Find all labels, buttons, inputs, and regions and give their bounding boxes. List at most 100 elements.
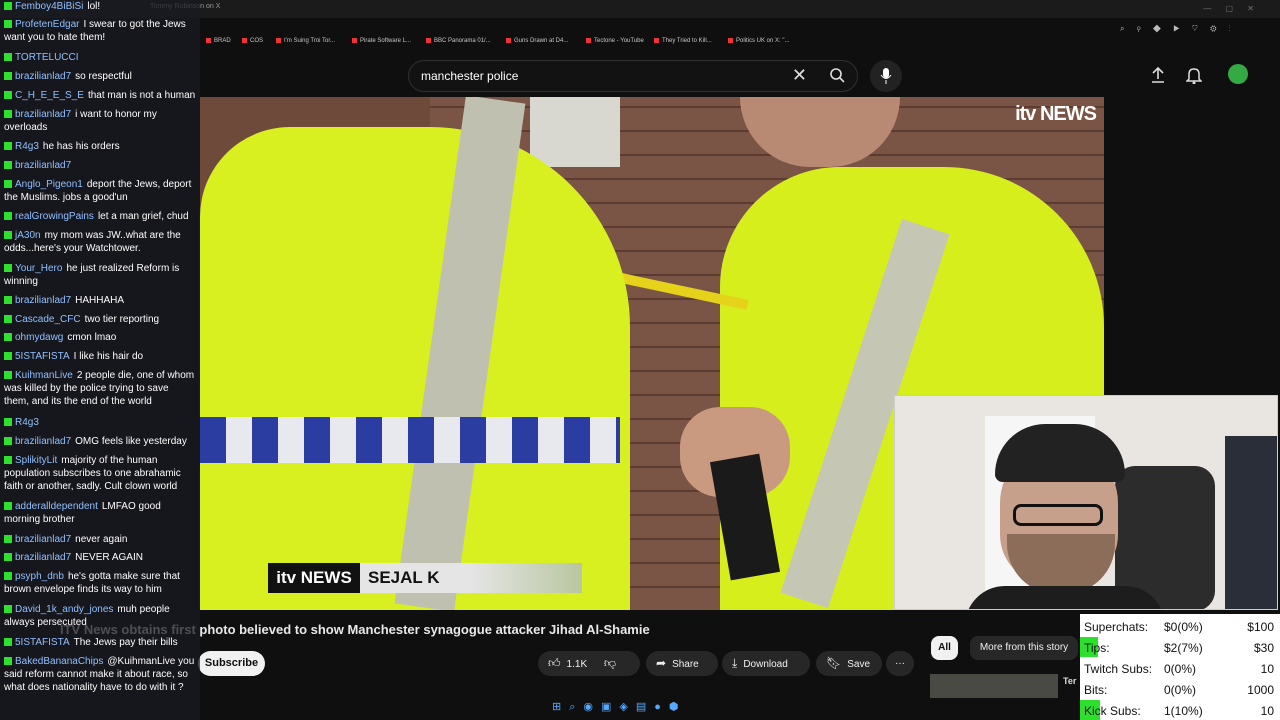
- chat-message: brazilianlad7 OMG feels like yesterday: [4, 435, 196, 448]
- more-actions-button[interactable]: ···: [886, 651, 914, 676]
- thumbs-up-icon[interactable]: 👍︎: [548, 656, 561, 670]
- bookmark-item[interactable]: I'm Suing Troi Tor...: [276, 38, 335, 44]
- chip-more-from-story[interactable]: More from this story: [970, 636, 1078, 660]
- chat-badge-icon: [4, 352, 12, 360]
- microphone-icon: [880, 68, 892, 84]
- chat-username[interactable]: brazilianlad7: [15, 295, 71, 306]
- chat-username[interactable]: R4g3: [15, 141, 39, 152]
- subscribe-button[interactable]: Subscribe: [198, 651, 265, 676]
- share-button[interactable]: ➦ Share: [646, 651, 718, 676]
- chat-username[interactable]: brazilianlad7: [15, 109, 71, 120]
- chat-username[interactable]: ohmydawg: [15, 332, 63, 343]
- chat-username[interactable]: brazilianlad7: [15, 552, 71, 563]
- chat-message: R4g3: [4, 416, 196, 429]
- bookmark-item[interactable]: Pirate Software L...: [352, 38, 411, 44]
- like-dislike-button[interactable]: 👍︎ 1.1K 👎︎: [538, 651, 640, 676]
- chat-text: lol!: [87, 1, 101, 12]
- bookmark-item[interactable]: Politics UK on X: "...: [728, 38, 789, 44]
- chat-username[interactable]: SplikityLit: [15, 455, 57, 466]
- account-avatar[interactable]: [1228, 64, 1248, 84]
- chat-username[interactable]: BakedBananaChips: [15, 656, 103, 667]
- download-icon: ⤓: [732, 656, 738, 670]
- chat-username[interactable]: Anglo_Pigeon1: [15, 179, 83, 190]
- chat-username[interactable]: brazilianlad7: [15, 534, 71, 545]
- chat-badge-icon: [4, 212, 12, 220]
- chat-username[interactable]: C_H_E_E_S_E: [15, 90, 84, 101]
- chat-message: brazilianlad7 i want to honor my overload…: [4, 108, 196, 134]
- chat-message: Your_Hero he just realized Reform is winn…: [4, 262, 196, 288]
- chat-message: Anglo_Pigeon1 deport the Jews, deport the…: [4, 178, 196, 204]
- bookmark-item[interactable]: Tectone - YouTube: [586, 38, 644, 44]
- chat-badge-icon: [4, 535, 12, 543]
- chat-message: realGrowingPains let a man grief, chud: [4, 210, 196, 223]
- chat-username[interactable]: jA30n: [15, 230, 41, 241]
- thumbs-down-icon[interactable]: 👎︎: [604, 656, 616, 670]
- chat-badge-icon: [4, 371, 12, 379]
- chat-username[interactable]: 5ISTAFISTA: [15, 637, 70, 648]
- goal-value: 0(0%): [1164, 662, 1197, 676]
- chat-username[interactable]: adderalldependent: [15, 501, 98, 512]
- bookmark-item[interactable]: BBC Panorama 01/...: [426, 38, 491, 44]
- notifications-bell-icon[interactable]: [1186, 66, 1202, 84]
- extension-icons[interactable]: ⌕ ⚲ ◆ ▶ ♡ ⚙ ⋮: [1120, 24, 1236, 34]
- lower-third-name: SEJAL K: [360, 563, 582, 593]
- search-input[interactable]: manchester police: [421, 69, 518, 83]
- bookmark-item[interactable]: COS: [242, 38, 263, 44]
- goal-value: $0(0%): [1164, 620, 1203, 634]
- save-button[interactable]: 🔖︎ Save: [816, 651, 882, 676]
- chat-text: OMG feels like yesterday: [75, 436, 187, 447]
- chat-badge-icon: [4, 638, 12, 646]
- chat-text: that man is not a human: [87, 90, 196, 101]
- related-video-title[interactable]: Ter: [1063, 676, 1076, 686]
- chat-message: brazilianlad7: [4, 159, 196, 172]
- chat-username[interactable]: Cascade_CFC: [15, 314, 81, 325]
- goal-target: 10: [1260, 662, 1274, 676]
- chat-text: let a man grief, chud: [97, 211, 189, 222]
- save-label: Save: [847, 659, 871, 670]
- chat-username[interactable]: Femboy4BiBiSi: [15, 1, 83, 12]
- chat-username[interactable]: ProfetenEdgar: [15, 19, 80, 30]
- chat-text: he has his orders: [42, 141, 120, 152]
- goal-label: Bits:: [1084, 683, 1108, 697]
- chat-username[interactable]: brazilianlad7: [15, 160, 71, 171]
- goal-target: 1000: [1247, 683, 1274, 697]
- chat-username[interactable]: brazilianlad7: [15, 436, 71, 447]
- voice-search-button[interactable]: [870, 60, 902, 92]
- chat-username[interactable]: 5ISTAFISTA: [15, 351, 70, 362]
- chat-username[interactable]: TORTELUCCI: [15, 52, 79, 63]
- chat-message: ohmydawg cmon lmao: [4, 331, 196, 344]
- related-video-thumbnail[interactable]: [930, 674, 1058, 698]
- chat-badge-icon: [4, 553, 12, 561]
- search-icon[interactable]: [829, 67, 845, 83]
- download-button[interactable]: ⤓ Download: [722, 651, 810, 676]
- chat-message: R4g3 he has his orders: [4, 140, 196, 153]
- goal-row: Kick Subs: 1(10%) 10: [1080, 700, 1280, 720]
- taskbar-icons[interactable]: ⊞⌕◉▣◈▤●⬢: [552, 700, 732, 718]
- bookmark-item[interactable]: Guns Drawn at D4...: [506, 38, 568, 44]
- bookmark-item[interactable]: BRAD: [206, 38, 231, 44]
- search-box[interactable]: manchester police ✕: [408, 60, 858, 92]
- chat-badge-icon: [4, 264, 12, 272]
- goal-target: $30: [1253, 641, 1274, 655]
- window-controls[interactable]: — ▢ ✕: [1203, 4, 1260, 13]
- chat-username[interactable]: R4g3: [15, 417, 39, 428]
- chat-username[interactable]: realGrowingPains: [15, 211, 94, 222]
- chat-username[interactable]: KuihmanLive: [15, 370, 73, 381]
- chat-username[interactable]: Your_Hero: [15, 263, 62, 274]
- goal-label: Superchats:: [1084, 620, 1149, 634]
- goal-target: $100: [1247, 620, 1274, 634]
- chat-username[interactable]: brazilianlad7: [15, 71, 71, 82]
- chat-username[interactable]: David_1k_andy_jones: [15, 604, 113, 615]
- video-window: [530, 97, 620, 167]
- upload-icon[interactable]: [1150, 66, 1166, 84]
- chat-message: brazilianlad7 so respectful: [4, 70, 196, 83]
- webcam-overlay: [894, 395, 1278, 610]
- chip-all[interactable]: All: [931, 636, 958, 660]
- chat-badge-icon: [4, 53, 12, 61]
- chat-username[interactable]: psyph_dnb: [15, 571, 64, 582]
- bookmark-item[interactable]: They Tried to Kill...: [654, 38, 712, 44]
- chat-message: psyph_dnb he's gotta make sure that brown…: [4, 570, 196, 596]
- clear-search-icon[interactable]: ✕: [792, 65, 807, 86]
- chat-badge-icon: [4, 231, 12, 239]
- chat-message: C_H_E_E_S_E that man is not a human: [4, 89, 196, 102]
